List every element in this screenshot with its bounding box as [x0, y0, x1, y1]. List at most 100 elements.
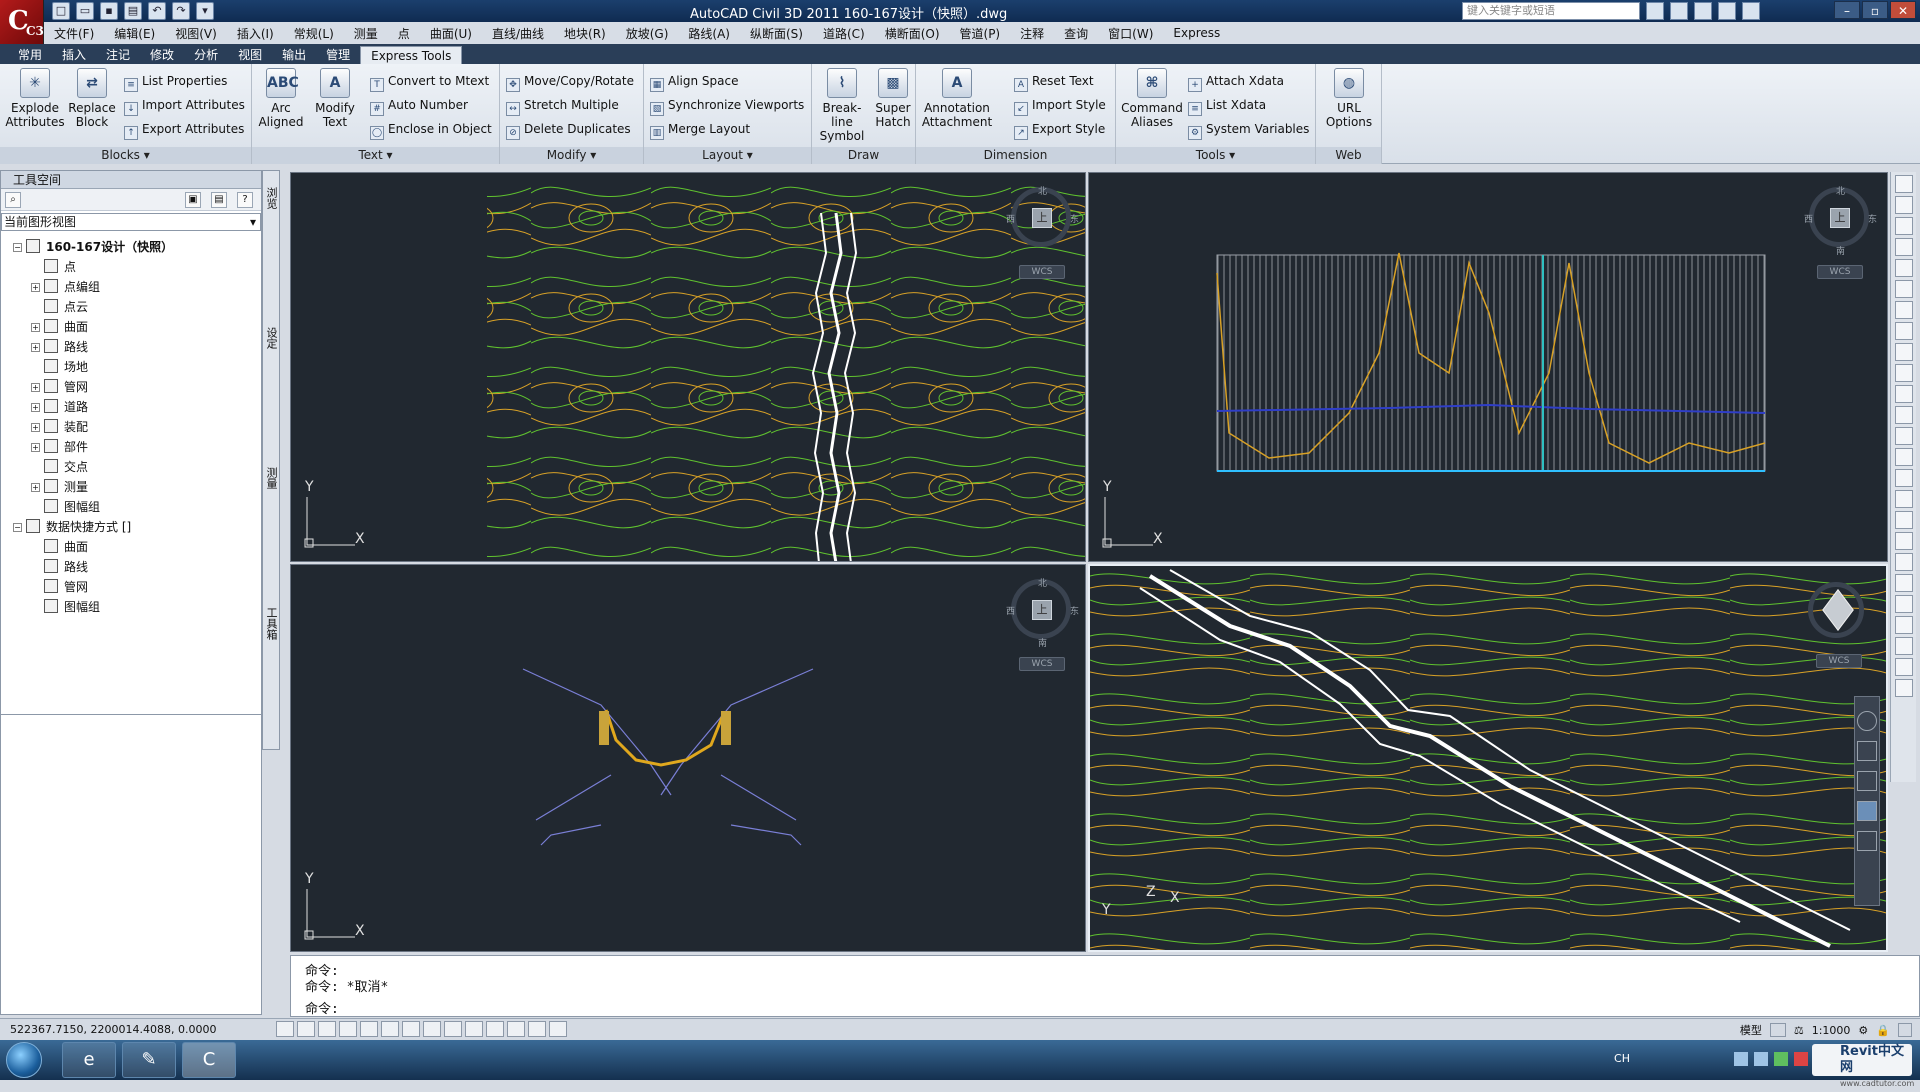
menu-item-6[interactable]: 点	[388, 25, 420, 42]
menu-item-3[interactable]: 插入(I)	[227, 25, 284, 42]
menu-item-2[interactable]: 视图(V)	[165, 25, 227, 42]
view-cube[interactable]: 上 北 西 东	[1006, 187, 1079, 247]
osnap-toggle[interactable]	[381, 1021, 399, 1037]
start-button[interactable]	[6, 1042, 42, 1078]
stretch-multiple-button[interactable]: ↔ Stretch Multiple	[506, 95, 619, 116]
showmotion-icon[interactable]	[1857, 831, 1877, 851]
tree-item[interactable]: + 曲面	[31, 317, 88, 337]
draw-rectangle-icon[interactable]	[1894, 259, 1913, 277]
array-tool-icon[interactable]	[1894, 469, 1913, 487]
tree-item[interactable]: 图幅组	[31, 597, 100, 617]
panel-title-tools[interactable]: Tools ▾	[1116, 147, 1315, 164]
scale-tool-icon[interactable]	[1894, 511, 1913, 529]
point-tool-icon[interactable]	[1894, 301, 1913, 319]
import-attributes-button[interactable]: ↓ Import Attributes	[124, 95, 245, 116]
tree-item[interactable]: − 160-167设计（快照）	[13, 237, 173, 257]
draw-arc-icon[interactable]	[1894, 217, 1913, 235]
menu-item-11[interactable]: 路线(A)	[678, 25, 740, 42]
dyn-toggle[interactable]	[465, 1021, 483, 1037]
annotation-scale[interactable]: 1:1000	[1812, 1024, 1851, 1037]
ortho-toggle[interactable]	[339, 1021, 357, 1037]
favorites-icon[interactable]	[1718, 2, 1736, 20]
tree-expander-icon[interactable]: +	[31, 403, 40, 412]
search-input[interactable]: 键入关键字或短语	[1462, 2, 1640, 20]
ribbon-tab-4[interactable]: 分析	[184, 46, 228, 64]
coordinate-readout[interactable]: 522367.7150, 2200014.4088, 0.0000	[10, 1023, 216, 1036]
copy-tool-icon[interactable]	[1894, 406, 1913, 424]
toolspace-side-tab-1[interactable]: 设定	[265, 327, 279, 349]
command-prompt[interactable]: 命令:	[305, 998, 339, 1017]
tree-expander-icon[interactable]: +	[31, 483, 40, 492]
toolspace-side-tab-3[interactable]: 工具箱	[265, 607, 279, 640]
view-cube-profile[interactable]: 上 北 西 东 南	[1804, 187, 1877, 257]
polar-toggle[interactable]	[360, 1021, 378, 1037]
convert-to-mtext-button[interactable]: T Convert to Mtext	[370, 71, 489, 92]
tray-language[interactable]: CH	[1614, 1052, 1630, 1065]
auto-number-button[interactable]: # Auto Number	[370, 95, 468, 116]
zoom-icon[interactable]	[1857, 771, 1877, 791]
menu-item-4[interactable]: 常规(L)	[284, 25, 344, 42]
workspace-switch-icon[interactable]: ⚙	[1858, 1024, 1868, 1037]
list-view-icon[interactable]: ▤	[211, 192, 227, 208]
export-style-button[interactable]: ↗ Export Style	[1014, 119, 1105, 140]
view-cube-top-face[interactable]: 上	[1032, 208, 1052, 228]
annotation-scale-icon[interactable]: ⚖	[1794, 1024, 1804, 1037]
move-tool-icon[interactable]	[1894, 385, 1913, 403]
menu-item-18[interactable]: 窗口(W)	[1098, 25, 1163, 42]
new-icon[interactable]: □	[52, 2, 70, 20]
menu-item-14[interactable]: 横断面(O)	[875, 25, 950, 42]
layout-tabs-icon[interactable]	[1769, 1023, 1786, 1037]
steering-wheel-icon[interactable]	[1857, 711, 1877, 731]
reset-text-button[interactable]: A Reset Text	[1014, 71, 1094, 92]
communication-icon[interactable]	[1694, 2, 1712, 20]
system-variables-button[interactable]: ⚙ System Variables	[1188, 119, 1309, 140]
tree-item[interactable]: + 路线	[31, 337, 88, 357]
tree-item[interactable]: 场地	[31, 357, 88, 377]
stretch-tool-icon[interactable]	[1894, 532, 1913, 550]
tree-item[interactable]: 点云	[31, 297, 88, 317]
export-attributes-button[interactable]: ↑ Export Attributes	[124, 119, 244, 140]
trim-tool-icon[interactable]	[1894, 553, 1913, 571]
delete-duplicates-button[interactable]: ⊘ Delete Duplicates	[506, 119, 631, 140]
menu-item-8[interactable]: 直线/曲线	[482, 25, 554, 42]
panel-title-modify[interactable]: Modify ▾	[500, 147, 643, 164]
tree-item[interactable]: 点	[31, 257, 76, 277]
super-hatch-button[interactable]: ▩ Super Hatch	[872, 68, 914, 129]
tree-item[interactable]: + 部件	[31, 437, 88, 457]
tree-item[interactable]: + 点编组	[31, 277, 100, 297]
clean-screen-icon[interactable]	[1898, 1023, 1912, 1037]
import-style-button[interactable]: ↙ Import Style	[1014, 95, 1106, 116]
viewport-plan[interactable]: 上 北 西 东 WCS Y X	[290, 172, 1086, 562]
viewport-profile[interactable]: 上 北 西 东 南 WCS Y X	[1088, 172, 1888, 562]
tree-item[interactable]: + 管网	[31, 377, 88, 397]
table-tool-icon[interactable]	[1894, 364, 1913, 382]
tree-item[interactable]: + 装配	[31, 417, 88, 437]
globe-tool-icon[interactable]	[1894, 280, 1913, 298]
move-copy-rotate-button[interactable]: ✥ Move/Copy/Rotate	[506, 71, 634, 92]
view-cube-top-face-profile[interactable]: 上	[1830, 208, 1850, 228]
save-icon[interactable]: ▪	[100, 2, 118, 20]
taskbar-paint[interactable]: ✎	[122, 1042, 176, 1078]
explode-attributes-button[interactable]: ✳ Explode Attributes	[4, 68, 66, 129]
ducs-toggle[interactable]	[444, 1021, 462, 1037]
help-icon[interactable]: ?	[237, 192, 253, 208]
break-tool-icon[interactable]	[1894, 595, 1913, 613]
tree-item[interactable]: 曲面	[31, 537, 88, 557]
ribbon-tab-6[interactable]: 输出	[272, 46, 316, 64]
quick-properties-toggle[interactable]	[528, 1021, 546, 1037]
qat-dropdown-icon[interactable]: ▾	[196, 2, 214, 20]
offset-tool-icon[interactable]	[1894, 448, 1913, 466]
tree-expander-icon[interactable]: +	[31, 323, 40, 332]
menu-item-10[interactable]: 放坡(G)	[616, 25, 679, 42]
ribbon-tab-0[interactable]: 常用	[8, 46, 52, 64]
view-select[interactable]: 当前图形视图	[1, 213, 261, 231]
tree-item[interactable]: + 测量	[31, 477, 88, 497]
orbit-icon[interactable]	[1857, 801, 1877, 821]
explode-tool-icon[interactable]	[1894, 679, 1913, 697]
synchronize-viewports-button[interactable]: ▧ Synchronize Viewports	[650, 95, 804, 116]
merge-layout-button[interactable]: ▥ Merge Layout	[650, 119, 750, 140]
menu-item-15[interactable]: 管道(P)	[950, 25, 1011, 42]
viewport-3d[interactable]: WCS Y X Z	[1088, 564, 1888, 952]
application-menu-button[interactable]: C3D C	[0, 0, 54, 44]
mirror-tool-icon[interactable]	[1894, 427, 1913, 445]
